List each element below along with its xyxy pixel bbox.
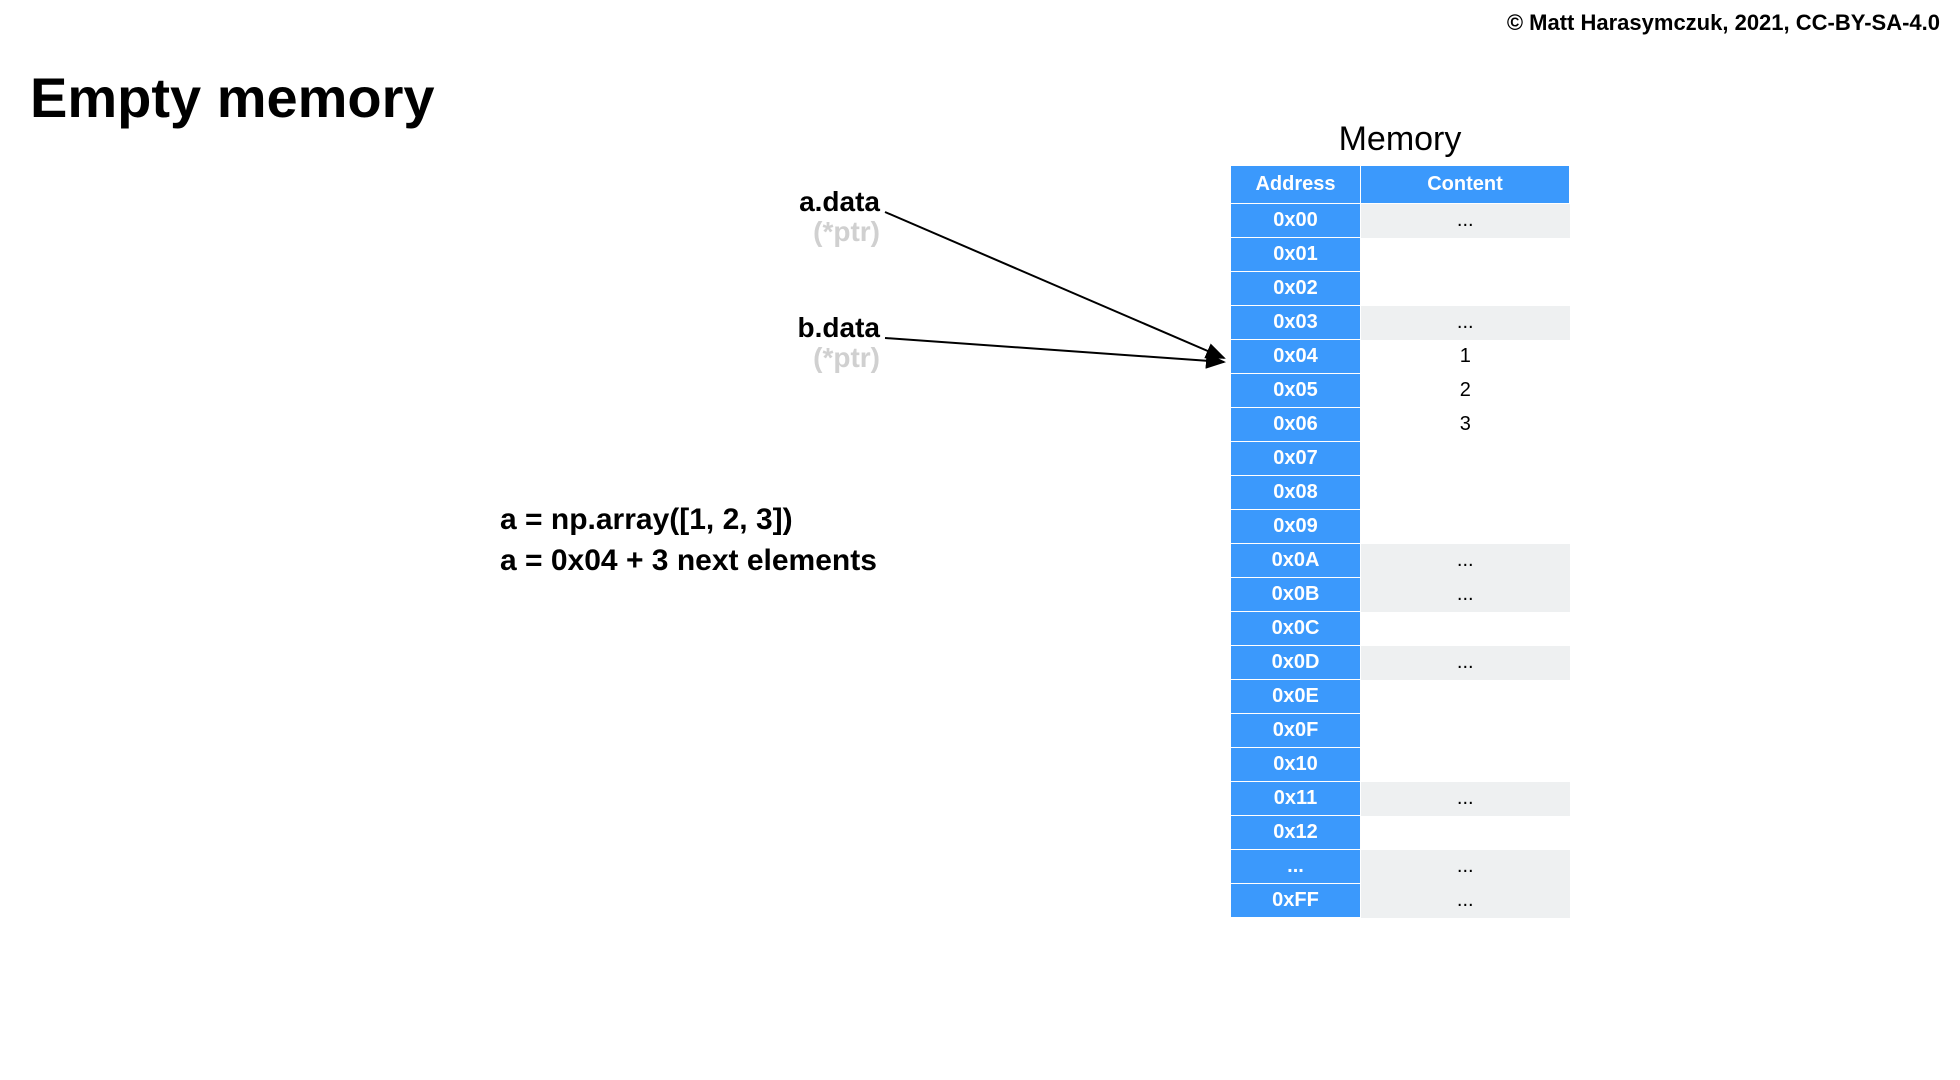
memory-cell-content: 2 (1361, 374, 1570, 408)
memory-cell-content: ... (1361, 204, 1570, 238)
memory-cell-address: 0x0E (1231, 680, 1361, 714)
page-title: Empty memory (30, 65, 435, 130)
memory-cell-content: ... (1361, 850, 1570, 884)
memory-cell-content: ... (1361, 306, 1570, 340)
code-block: a = np.array([1, 2, 3]) a = 0x04 + 3 nex… (500, 500, 877, 581)
memory-cell-content: ... (1361, 544, 1570, 578)
memory-cell-address: 0x03 (1231, 306, 1361, 340)
memory-cell-address: 0x08 (1231, 476, 1361, 510)
memory-cell-address: 0x07 (1231, 442, 1361, 476)
memory-row: 0x0C (1231, 612, 1570, 646)
diagram-page: © Matt Harasymczuk, 2021, CC-BY-SA-4.0 E… (0, 0, 1960, 1080)
memory-cell-content: ... (1361, 884, 1570, 918)
memory-row: 0x08 (1231, 476, 1570, 510)
memory-cell-content (1361, 476, 1570, 510)
memory-cell-content (1361, 680, 1570, 714)
memory-cell-address: 0xFF (1231, 884, 1361, 918)
memory-row: 0x03... (1231, 306, 1570, 340)
memory-cell-address: 0x05 (1231, 374, 1361, 408)
code-line-1: a = np.array([1, 2, 3]) (500, 500, 877, 541)
memory-cell-content: 3 (1361, 408, 1570, 442)
arrow-overlay (0, 0, 1960, 1080)
memory-row: 0x0A... (1231, 544, 1570, 578)
memory-cell-content (1361, 714, 1570, 748)
memory-cell-content (1361, 816, 1570, 850)
memory-row: 0x041 (1231, 340, 1570, 374)
memory-row: 0x00... (1231, 204, 1570, 238)
memory-row: 0x07 (1231, 442, 1570, 476)
memory-row: 0xFF... (1231, 884, 1570, 918)
memory-cell-address: 0x04 (1231, 340, 1361, 374)
pointer-b-block: b.data (*ptr) (710, 312, 880, 374)
memory-row: 0x0E (1231, 680, 1570, 714)
memory-cell-address: 0x0F (1231, 714, 1361, 748)
memory-header-address: Address (1231, 166, 1361, 204)
pointer-a-sub: (*ptr) (710, 216, 880, 248)
memory-cell-address: 0x01 (1231, 238, 1361, 272)
memory-cell-address: 0x0B (1231, 578, 1361, 612)
memory-cell-content: 1 (1361, 340, 1570, 374)
memory-cell-content (1361, 510, 1570, 544)
memory-cell-address: 0x0A (1231, 544, 1361, 578)
memory-cell-address: 0x00 (1231, 204, 1361, 238)
memory-row: 0x11... (1231, 782, 1570, 816)
memory-row: 0x063 (1231, 408, 1570, 442)
memory-row: 0x0D... (1231, 646, 1570, 680)
memory-row: 0x10 (1231, 748, 1570, 782)
memory-cell-content (1361, 748, 1570, 782)
memory-cell-content: ... (1361, 578, 1570, 612)
memory-cell-content (1361, 272, 1570, 306)
code-line-2: a = 0x04 + 3 next elements (500, 541, 877, 582)
pointer-b-sub: (*ptr) (710, 342, 880, 374)
memory-cell-address: 0x11 (1231, 782, 1361, 816)
memory-table-header-row: Address Content (1231, 166, 1570, 204)
memory-row: 0x052 (1231, 374, 1570, 408)
memory-header-content: Content (1361, 166, 1570, 204)
memory-cell-address: 0x09 (1231, 510, 1361, 544)
copyright-text: © Matt Harasymczuk, 2021, CC-BY-SA-4.0 (1507, 10, 1940, 36)
memory-cell-address: 0x0D (1231, 646, 1361, 680)
memory-row: 0x0B... (1231, 578, 1570, 612)
memory-cell-content: ... (1361, 782, 1570, 816)
memory-cell-content: ... (1361, 646, 1570, 680)
memory-cell-content (1361, 238, 1570, 272)
pointer-a-label: a.data (710, 186, 880, 218)
memory-row: 0x02 (1231, 272, 1570, 306)
memory-row: 0x09 (1231, 510, 1570, 544)
memory-row: 0x0F (1231, 714, 1570, 748)
pointer-b-label: b.data (710, 312, 880, 344)
memory-cell-address: 0x12 (1231, 816, 1361, 850)
memory-row: ...... (1231, 850, 1570, 884)
memory-cell-content (1361, 442, 1570, 476)
memory-cell-address: 0x02 (1231, 272, 1361, 306)
memory-cell-address: 0x06 (1231, 408, 1361, 442)
memory-cell-content (1361, 612, 1570, 646)
memory-cell-address: 0x10 (1231, 748, 1361, 782)
arrow-a-to-memory (885, 212, 1224, 358)
memory-cell-address: ... (1231, 850, 1361, 884)
arrow-b-to-memory (885, 338, 1224, 362)
pointer-a-block: a.data (*ptr) (710, 186, 880, 248)
memory-table: Address Content 0x00...0x010x020x03...0x… (1230, 165, 1570, 918)
memory-row: 0x12 (1231, 816, 1570, 850)
memory-cell-address: 0x0C (1231, 612, 1361, 646)
memory-row: 0x01 (1231, 238, 1570, 272)
memory-title: Memory (1230, 120, 1570, 159)
